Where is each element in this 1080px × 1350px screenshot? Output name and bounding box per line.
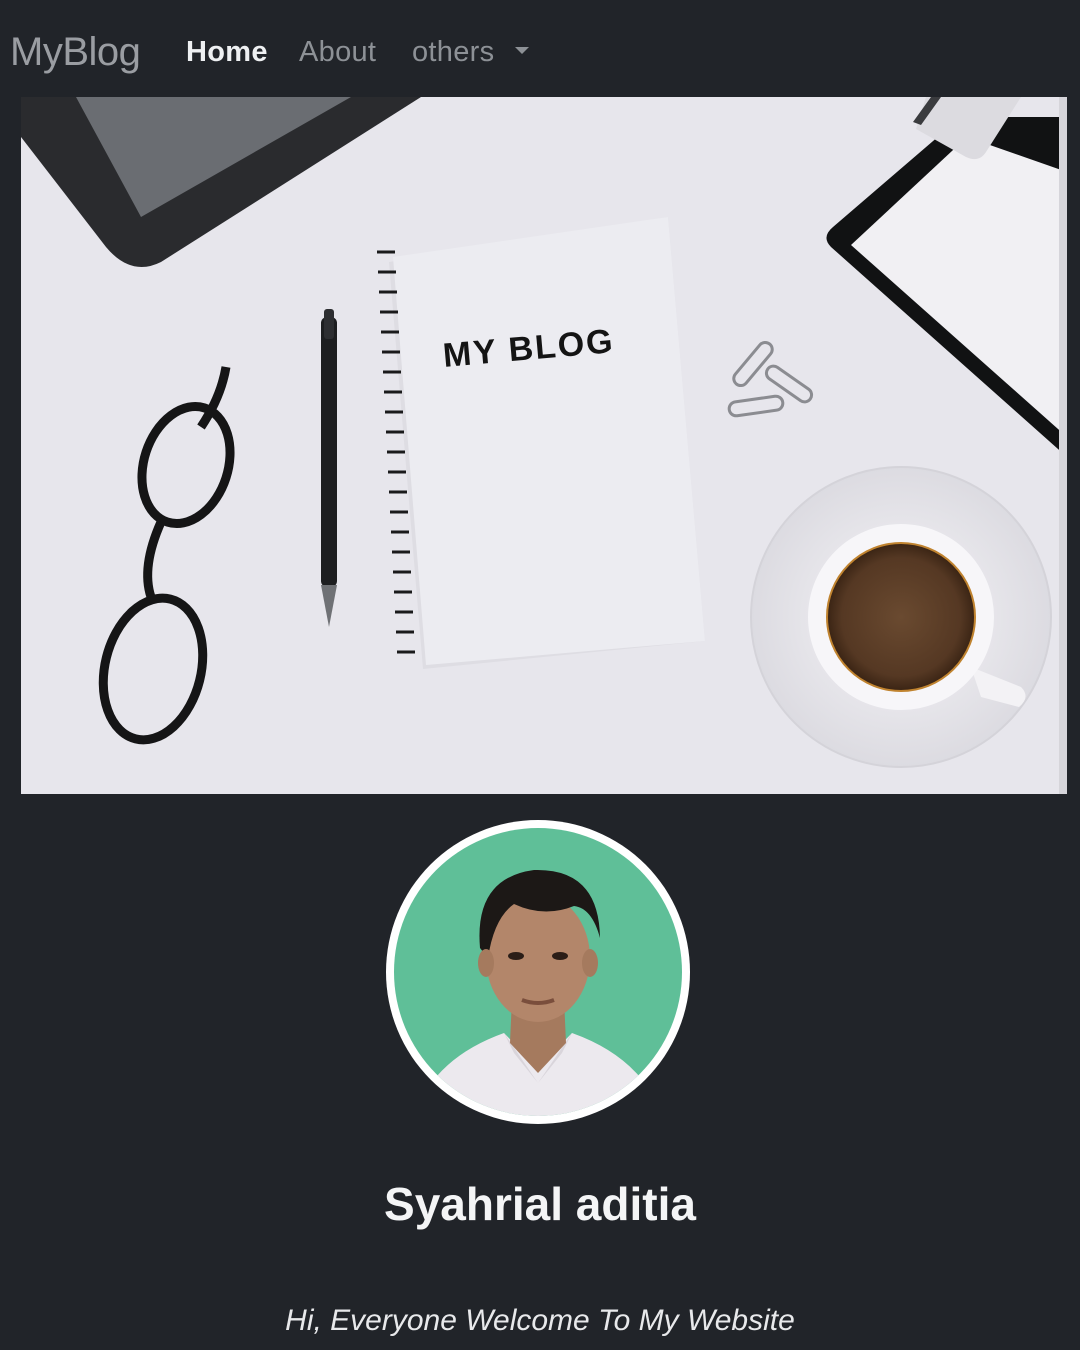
nav-home-link[interactable]: Home: [186, 36, 268, 69]
notebook-icon: MY BLOG: [377, 217, 705, 669]
nav-about-link[interactable]: About: [299, 36, 376, 69]
navbar: MyBlog Home About others: [0, 0, 1080, 97]
nav-others-dropdown[interactable]: others: [412, 36, 494, 69]
chevron-down-icon[interactable]: [515, 47, 529, 54]
welcome-message: Hi, Everyone Welcome To My Website: [285, 1304, 795, 1337]
avatar: [386, 820, 690, 1124]
brand-link[interactable]: MyBlog: [10, 30, 141, 75]
hero-image: MY BLOG: [21, 97, 1067, 794]
page: MyBlog Home About others MY BLOG Syahria…: [0, 0, 1080, 1350]
pen-icon: [321, 309, 337, 627]
profile-name: Syahrial aditia: [384, 1178, 696, 1230]
coffee-cup-icon: [750, 466, 1052, 768]
